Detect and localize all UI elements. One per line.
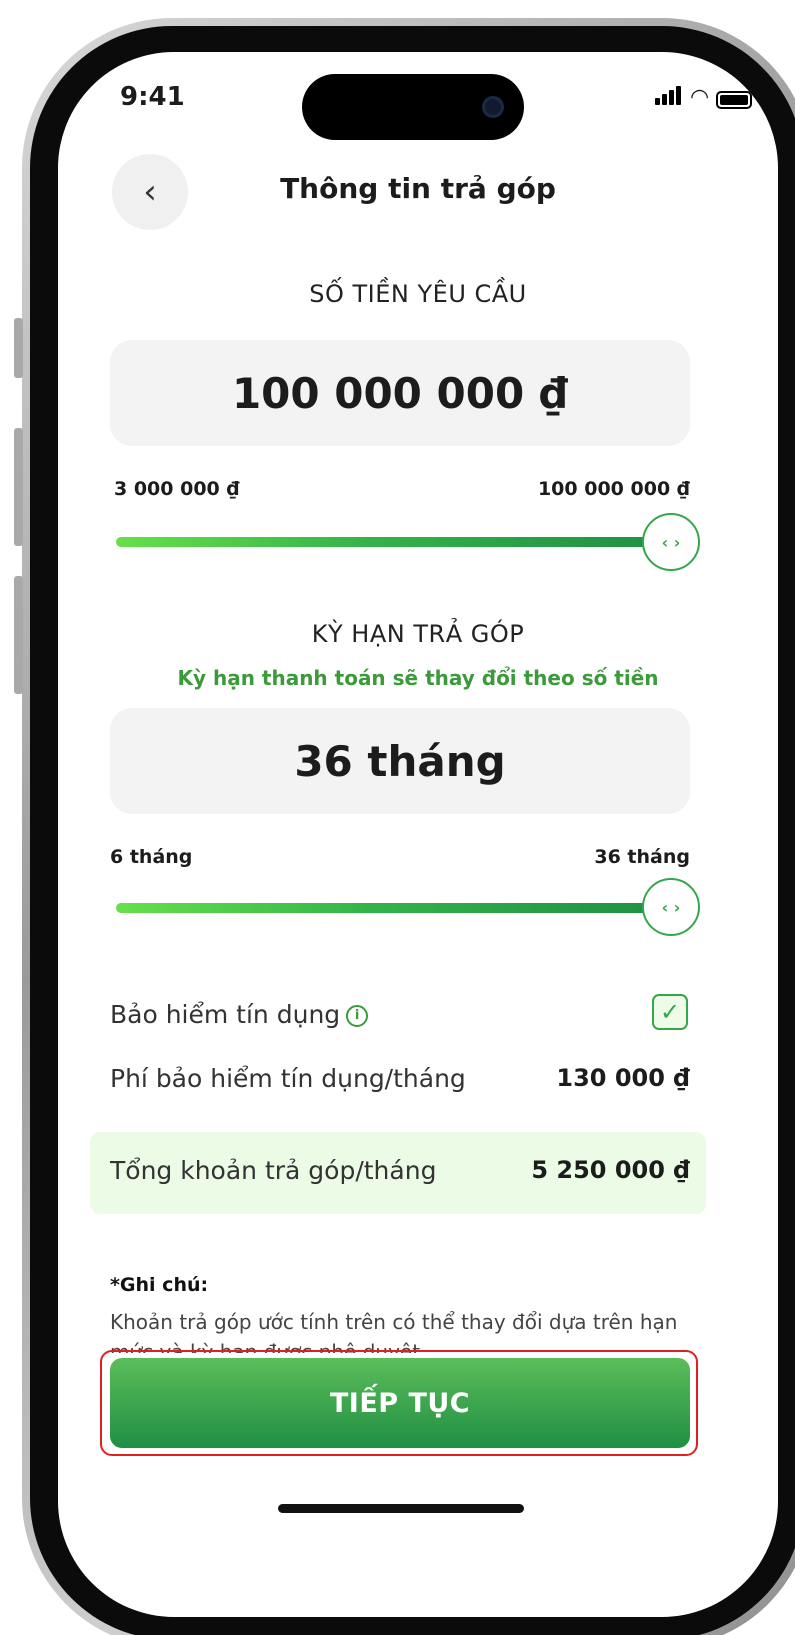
volume-down-button [14,576,23,694]
term-min-label: 6 tháng [110,846,193,868]
page-title: Thông tin trả góp [280,172,556,205]
term-slider-thumb[interactable]: ‹ › [642,878,700,936]
home-indicator[interactable] [278,1504,524,1513]
wifi-icon: ◠ [691,85,708,110]
insurance-row: Bảo hiểm tín dụng i [110,1000,369,1029]
insurance-checkbox[interactable]: ✓ [652,994,688,1030]
status-icons: ◠ [655,86,752,109]
term-max-label: 36 tháng [594,846,690,868]
continue-button[interactable]: TIẾP TỤC [110,1358,690,1448]
amount-min-label: 3 000 000 ₫ [114,478,240,500]
app-screen: 9:41 ◠ ‹ Thông tin trả góp SỐ TIỀN YÊU C… [58,52,778,1617]
battery-icon [716,91,752,109]
volume-up-button [14,428,23,546]
term-hint: Kỳ hạn thanh toán sẽ thay đổi theo số ti… [177,666,659,690]
mute-switch [14,318,23,378]
insurance-fee-label: Phí bảo hiểm tín dụng/tháng [110,1064,466,1093]
amount-slider-thumb[interactable]: ‹ › [642,513,700,571]
note-title: *Ghi chú: [110,1274,209,1296]
term-section-label: KỲ HẠN TRẢ GÓP [311,620,525,648]
dynamic-island [302,74,524,140]
total-value: 5 250 000 ₫ [531,1156,690,1184]
status-time: 9:41 [120,82,185,112]
term-slider-track[interactable] [116,903,671,913]
amount-slider-track[interactable] [116,537,671,547]
check-icon: ✓ [659,998,681,1026]
total-label: Tổng khoản trả góp/tháng [110,1156,437,1185]
info-icon[interactable]: i [346,1005,369,1027]
signal-icon [655,86,683,109]
note-text: Khoản trả góp ước tính trên có thể thay … [110,1310,678,1353]
camera-icon [482,96,504,118]
term-value-field[interactable]: 36 tháng [110,708,690,814]
insurance-fee-value: 130 000 ₫ [556,1064,690,1092]
insurance-label: Bảo hiểm tín dụng [110,1000,341,1029]
amount-max-label: 100 000 000 ₫ [537,478,690,500]
amount-value-field[interactable]: 100 000 000 ₫ [110,340,690,446]
amount-section-label: SỐ TIỀN YÊU CẦU [309,280,527,308]
